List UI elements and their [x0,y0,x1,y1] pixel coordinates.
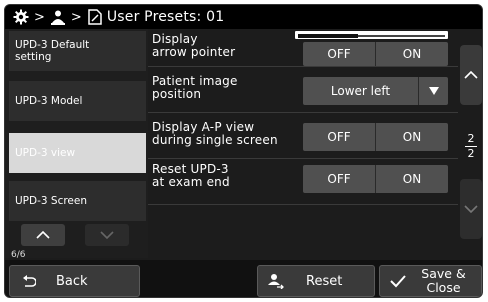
reset-user-icon [268,273,284,289]
breadcrumb-separator: > [34,9,45,25]
reset-label: Reset [306,273,343,289]
setting-row-patient-image-position: Patient image position Lower left [148,69,458,113]
off-button[interactable]: OFF [303,123,376,151]
current-page: 2 [467,132,475,145]
total-pages: 2 [467,147,475,160]
save-close-button[interactable]: Save & Close [379,265,482,297]
setting-label: Reset UPD-3 at exam end [152,162,230,189]
presets-window: > > User Presets: 01 UPD-3 Default setti… [4,4,483,298]
sidebar-item-label: UPD-3 Model [15,95,83,107]
sidebar-scroll-down-button[interactable] [85,224,129,246]
setting-label: Display A-P view during single screen [152,120,278,147]
dropdown-triangle-icon[interactable] [418,77,448,105]
setting-row-display-arrow-pointer: Display arrow pointer OFF ON [148,29,458,67]
sidebar: UPD-3 Default setting UPD-3 Model UPD-3 … [5,29,148,260]
checkmark-icon [390,274,406,288]
on-button[interactable]: ON [376,165,448,193]
reset-button[interactable]: Reset [257,265,375,297]
toggle-reset-upd3: OFF ON [303,165,448,193]
settings-panel: Display arrow pointer OFF ON Patient ima… [148,29,458,258]
sidebar-item-view[interactable]: UPD-3 view [9,133,146,173]
document-icon [87,9,103,25]
sidebar-item-label: UPD-3 Default setting [15,39,90,63]
sidebar-item-default-setting[interactable]: UPD-3 Default setting [9,31,146,71]
toggle-display-arrow-pointer: OFF ON [303,42,448,66]
chevron-up-icon [464,71,478,79]
page-title: User Presets: 01 [106,9,225,25]
gear-icon [13,9,29,25]
setting-row-reset-upd3: Reset UPD-3 at exam end OFF ON [148,161,458,205]
on-button[interactable]: ON [376,123,448,151]
sidebar-scroll-up-button[interactable] [21,224,65,246]
sidebar-item-label: UPD-3 Screen [15,195,88,207]
setting-row-display-ap-view: Display A-P view during single screen OF… [148,115,458,159]
save-close-label: Save & Close [421,266,466,295]
page-navigator: 2 2 [460,45,482,241]
patient-image-position-select[interactable]: Lower left [303,77,448,105]
select-value: Lower left [330,84,391,98]
chevron-down-icon [464,205,478,213]
user-icon [50,9,66,25]
sidebar-item-label: UPD-3 view [15,147,76,159]
sidebar-page-count: 6/6 [11,250,26,260]
page-indicator: 2 2 [460,133,482,160]
title-bar: > > User Presets: 01 [5,5,482,29]
toggle-display-ap-view: OFF ON [303,123,448,151]
chevron-down-icon [100,231,114,239]
sidebar-item-model[interactable]: UPD-3 Model [9,81,146,121]
on-button[interactable]: ON [376,42,448,66]
setting-label: Patient image position [152,74,238,101]
chevron-up-icon [36,231,50,239]
page-up-button[interactable] [460,45,482,105]
breadcrumb-separator: > [70,9,82,25]
setting-label: Display arrow pointer [152,32,236,59]
page-down-button[interactable] [460,179,482,239]
off-button[interactable]: OFF [303,42,376,66]
off-button[interactable]: OFF [303,165,376,193]
back-button[interactable]: Back [9,265,140,297]
back-label: Back [56,273,88,289]
back-arrow-icon [22,274,36,288]
bottom-toolbar: Back Reset Save & Close [5,260,482,297]
sidebar-item-screen[interactable]: UPD-3 Screen [9,181,146,221]
